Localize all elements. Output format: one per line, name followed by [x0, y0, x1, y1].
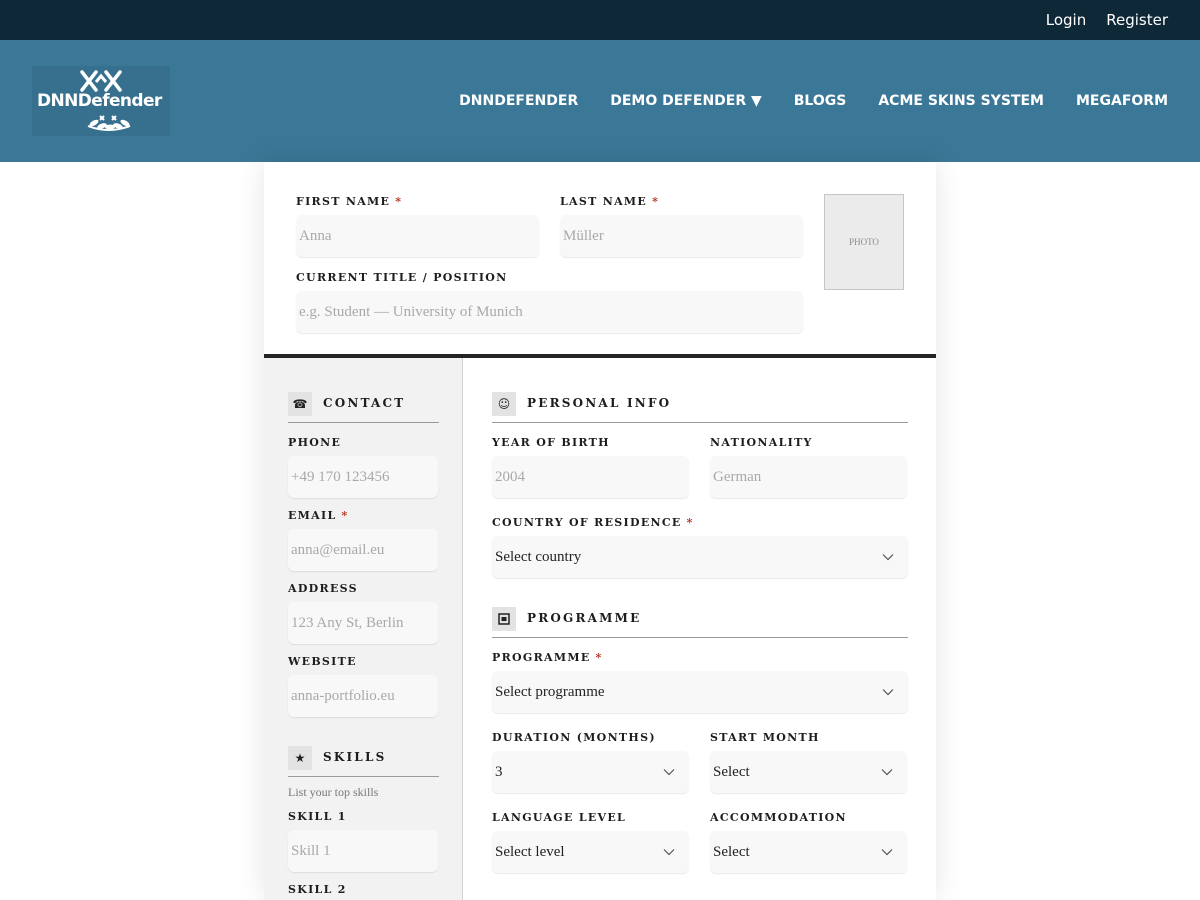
address-input[interactable]: 123 Any St, Berlin [288, 602, 438, 644]
required-marker: * [686, 516, 694, 529]
email-input[interactable]: anna@email.eu [288, 529, 438, 571]
chevron-down-icon [663, 769, 675, 776]
login-link[interactable]: Login [1046, 11, 1086, 29]
required-marker: * [395, 195, 403, 208]
first-name-label: FIRST NAME * [296, 195, 403, 208]
year-of-birth-label: YEAR OF BIRTH [492, 436, 610, 449]
programme-section-title: PROGRAMME [527, 611, 642, 625]
personal-info-underline [492, 422, 908, 423]
accommodation-select[interactable]: Select [710, 831, 907, 873]
website-label: WEBSITE [288, 655, 357, 668]
last-name-input[interactable]: Müller [560, 215, 803, 257]
skill-1-input[interactable]: Skill 1 [288, 830, 438, 872]
logo-text: DNNDefender [37, 91, 162, 111]
nav-item-acme-skins-system[interactable]: ACME SKINS SYSTEM [878, 93, 1044, 109]
skills-section-title: SKILLS [323, 750, 387, 764]
phone-icon: ☎ [288, 392, 312, 416]
site-header: DNNDefender DNNDEFENDER DEMO DEFENDER ▼ … [0, 40, 1200, 162]
programme-label: PROGRAMME * [492, 651, 603, 664]
first-name-input[interactable]: Anna [296, 215, 539, 257]
country-select[interactable]: Select country [492, 536, 908, 578]
chevron-down-icon [881, 769, 893, 776]
photo-upload[interactable]: PHOTO [824, 194, 904, 290]
last-name-label: LAST NAME * [560, 195, 660, 208]
accommodation-select-value: Select [713, 843, 750, 860]
contact-underline [288, 422, 439, 423]
required-marker: * [341, 509, 349, 522]
document-glyph [498, 613, 510, 625]
language-level-select[interactable]: Select level [492, 831, 689, 873]
laurel-icon [87, 115, 131, 131]
skill-1-label: SKILL 1 [288, 810, 347, 823]
address-label: ADDRESS [288, 582, 358, 595]
required-marker: * [652, 195, 660, 208]
star-icon: ★ [288, 746, 312, 770]
top-bar: Login Register [0, 0, 1200, 40]
email-label: EMAIL * [288, 509, 349, 522]
duration-label: DURATION (MONTHS) [492, 731, 656, 744]
website-input[interactable]: anna-portfolio.eu [288, 675, 438, 717]
start-month-select-value: Select [713, 763, 750, 780]
personal-info-section-title: PERSONAL INFO [527, 396, 672, 410]
country-label: COUNTRY OF RESIDENCE * [492, 516, 694, 529]
nav-item-dnndefender[interactable]: DNNDEFENDER [459, 93, 578, 109]
programme-select-value: Select programme [495, 683, 605, 700]
duration-select[interactable]: 3 [492, 751, 689, 793]
form-card: FIRST NAME * Anna LAST NAME * Müller CURRE… [264, 162, 936, 900]
skill-2-label: SKILL 2 [288, 883, 347, 896]
year-of-birth-input[interactable]: 2004 [492, 456, 689, 498]
phone-label: PHONE [288, 436, 342, 449]
language-level-label: LANGUAGE LEVEL [492, 811, 627, 824]
start-month-select[interactable]: Select [710, 751, 907, 793]
nav-item-demo-defender[interactable]: DEMO DEFENDER ▼ [610, 93, 762, 109]
skills-hint: List your top skills [288, 785, 379, 799]
start-month-label: START MONTH [710, 731, 820, 744]
accommodation-label: ACCOMMODATION [710, 811, 847, 824]
programme-underline [492, 637, 908, 638]
contact-section-title: CONTACT [323, 396, 406, 410]
phone-input[interactable]: +49 170 123456 [288, 456, 438, 498]
site-logo[interactable]: DNNDefender [32, 66, 170, 136]
chevron-down-icon [881, 849, 893, 856]
title-label: CURRENT TITLE / POSITION [296, 271, 508, 284]
document-icon [492, 607, 516, 631]
country-select-value: Select country [495, 548, 582, 565]
programme-select[interactable]: Select programme [492, 671, 908, 713]
nav-item-megaform[interactable]: MEGAFORM [1076, 93, 1168, 109]
main-nav: DNNDEFENDER DEMO DEFENDER ▼ BLOGS ACME S… [459, 93, 1168, 109]
language-level-select-value: Select level [495, 843, 565, 860]
title-input[interactable]: e.g. Student — University of Munich [296, 291, 803, 333]
chevron-down-icon [882, 554, 894, 561]
required-marker: * [595, 651, 603, 664]
nationality-label: NATIONALITY [710, 436, 813, 449]
duration-select-value: 3 [495, 763, 503, 780]
photo-label: PHOTO [849, 237, 879, 247]
nationality-input[interactable]: German [710, 456, 907, 498]
chevron-down-icon [663, 849, 675, 856]
skills-underline [288, 776, 439, 777]
chevron-down-icon [882, 689, 894, 696]
nav-item-blogs[interactable]: BLOGS [794, 93, 847, 109]
smiley-icon: ☺ [492, 392, 516, 416]
register-link[interactable]: Register [1106, 11, 1168, 29]
